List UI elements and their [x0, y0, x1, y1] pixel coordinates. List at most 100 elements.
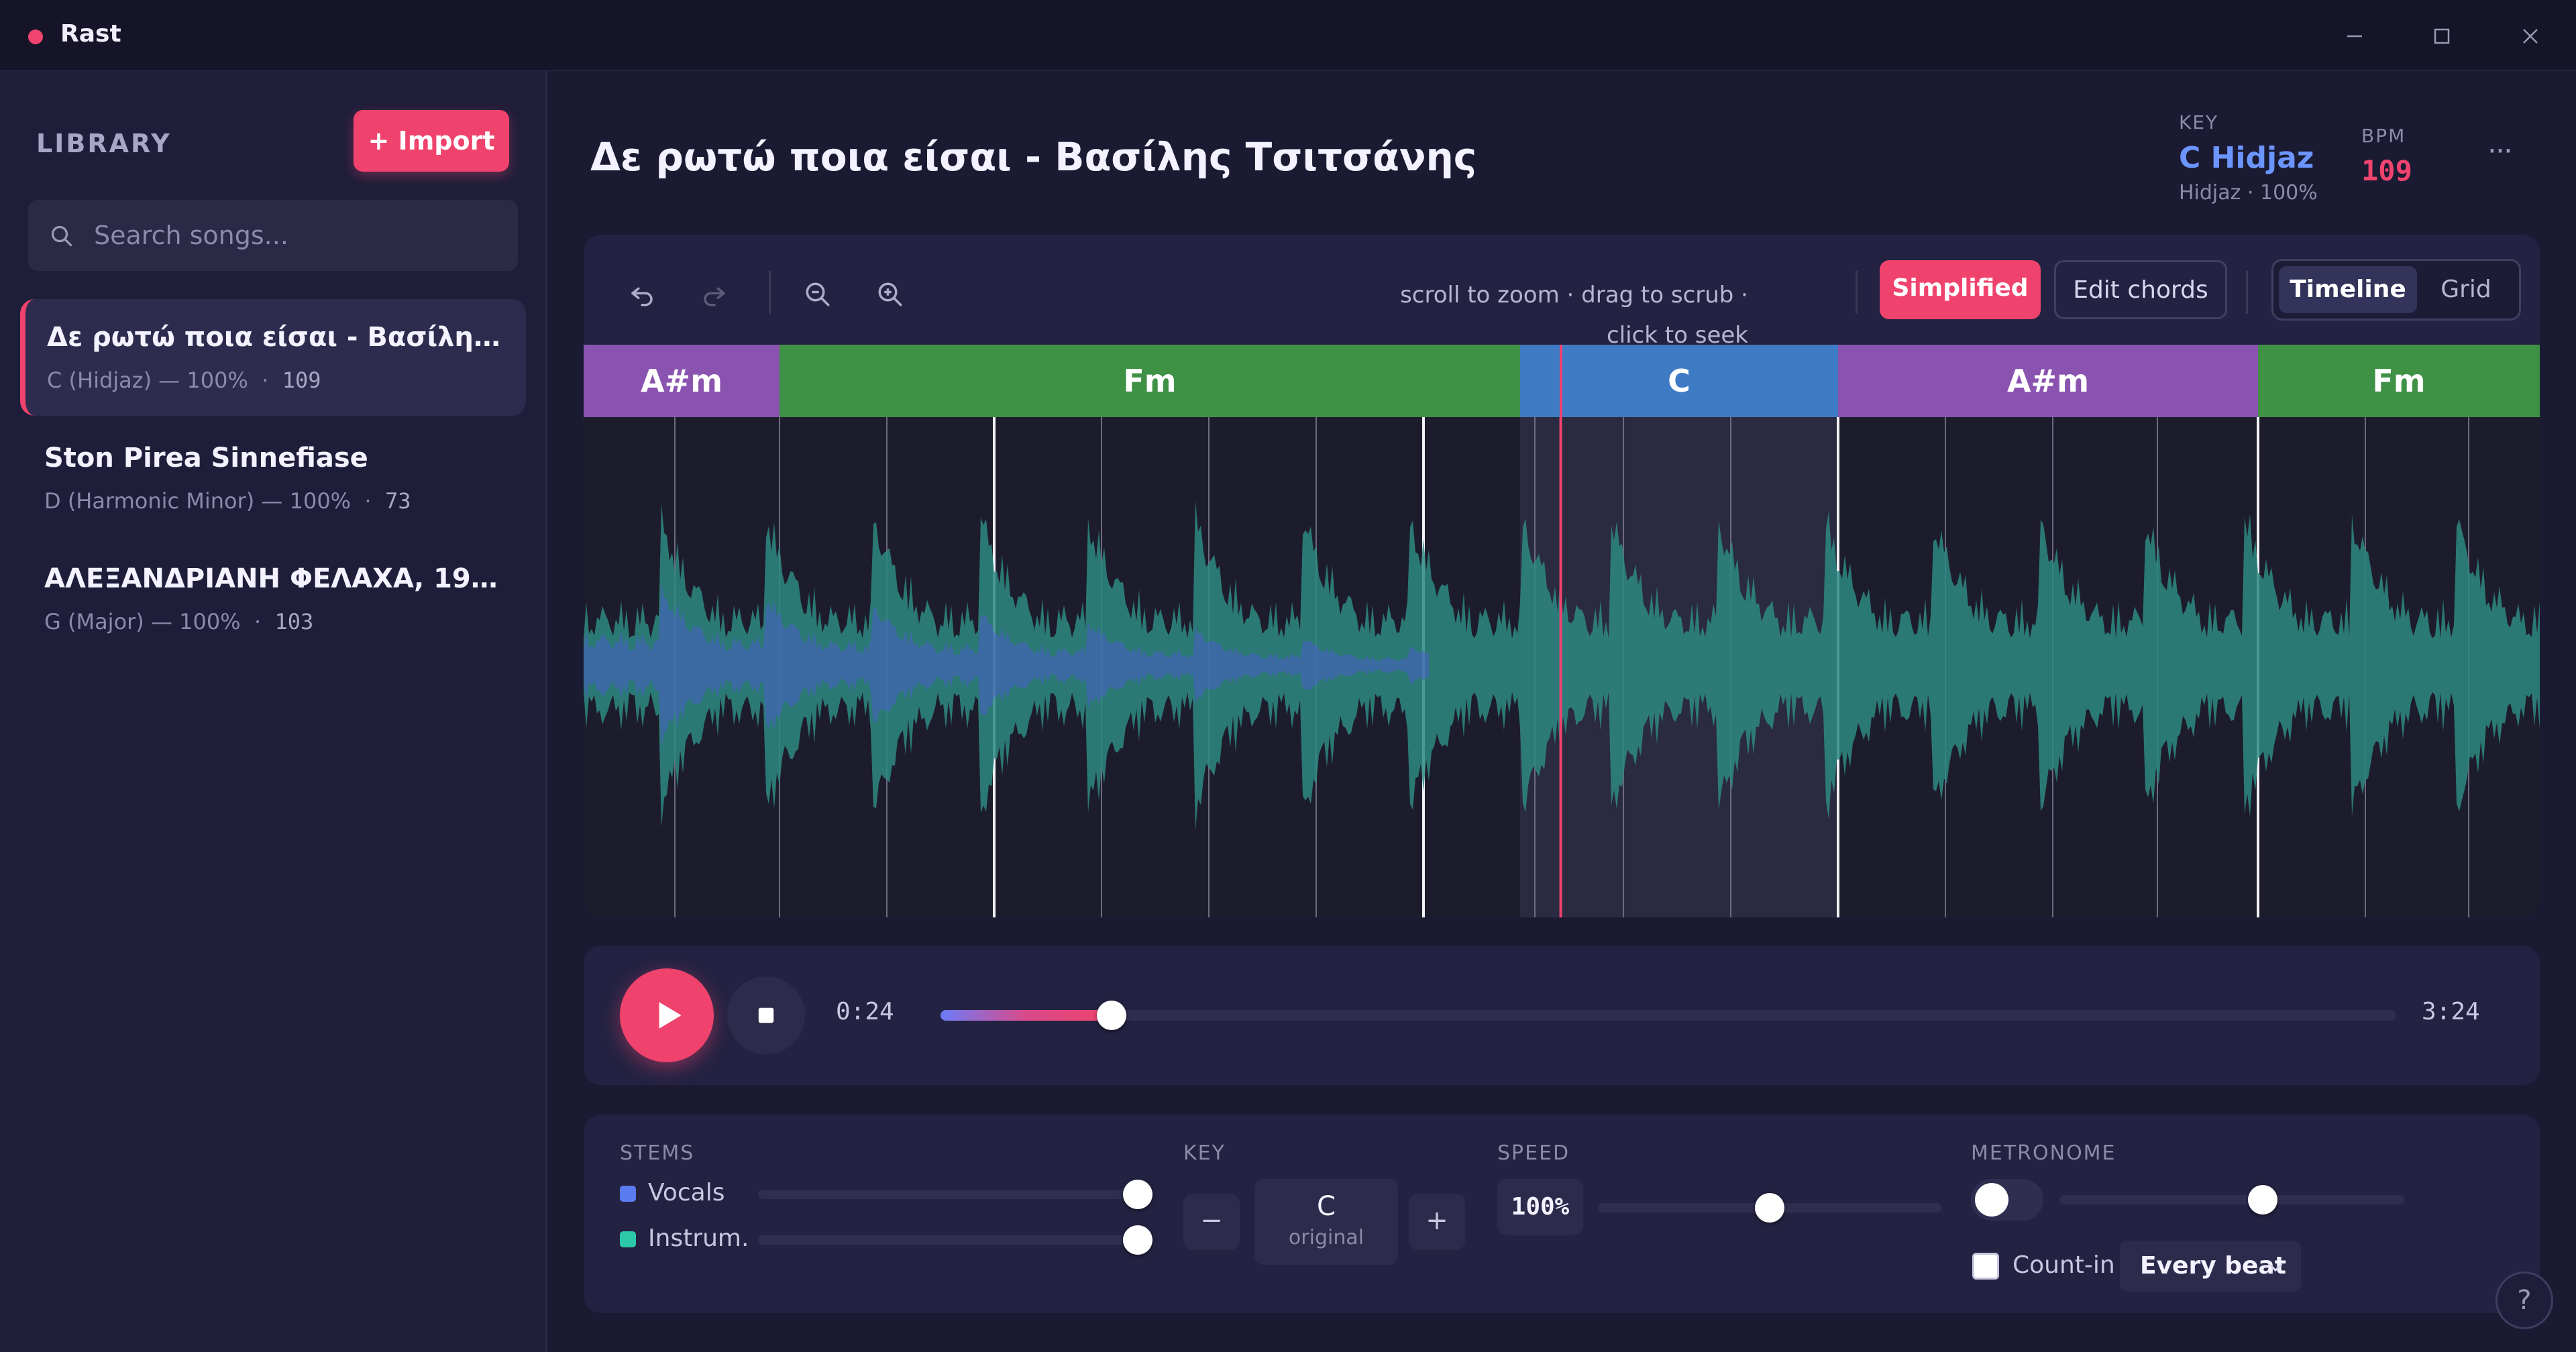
song-key: C (Hidjaz) — 100%: [47, 368, 248, 393]
chord-label: Fm: [2372, 363, 2426, 399]
chevron-down-icon: [2269, 1263, 2282, 1272]
vocals-volume-slider[interactable]: [758, 1180, 1152, 1209]
slider-handle[interactable]: [1123, 1225, 1152, 1255]
song-bpm: 103: [274, 609, 314, 634]
speed-value[interactable]: 100%: [1497, 1179, 1583, 1235]
stems-caption: STEMS: [620, 1141, 695, 1165]
seek-progress: [941, 1010, 1112, 1021]
redo-icon: [704, 287, 725, 306]
page-title: Δε ρωτώ ποια είσαι - Βασίλης Τσιτσάνης: [590, 134, 1477, 180]
waveform-panel: scroll to zoom · drag to scrub · click t…: [584, 235, 2540, 917]
speed-slider[interactable]: [1598, 1193, 1941, 1223]
tab-timeline[interactable]: Timeline: [2279, 266, 2417, 313]
chord-block[interactable]: A#m: [1838, 345, 2258, 417]
instrumental-volume-slider[interactable]: [758, 1225, 1152, 1255]
play-button[interactable]: [620, 968, 714, 1062]
chord-label: C: [1668, 363, 1690, 399]
chord-block[interactable]: C: [1520, 345, 1838, 417]
meta-separator: ·: [364, 488, 372, 514]
zoom-out-button[interactable]: [794, 271, 841, 318]
chord-strip: C A#m Fm C A#m Fm: [584, 345, 2540, 417]
metronome-caption: METRONOME: [1971, 1141, 2116, 1165]
key-display: C original: [1254, 1179, 1398, 1265]
chord-block[interactable]: Fm: [780, 345, 1520, 417]
stem-label-instrumental: Instrum.: [648, 1225, 749, 1252]
transposed-key: C: [1317, 1191, 1336, 1222]
toolbar-divider: [1856, 271, 1858, 314]
interaction-hint: scroll to zoom · drag to scrub · click t…: [1400, 282, 1748, 349]
slider-handle[interactable]: [1755, 1193, 1784, 1223]
metronome-toggle[interactable]: [1971, 1179, 2043, 1221]
slider-handle[interactable]: [2248, 1185, 2278, 1215]
toggle-handle: [1975, 1183, 2008, 1217]
search-box: [28, 200, 518, 271]
key-original-label: original: [1288, 1226, 1364, 1249]
song-list-item[interactable]: ΑΛΕΞΑΝΔΡΙΑΝΗ ΦΕΛΑΧΑ, 1934, Ρ. ... G (Maj…: [20, 541, 526, 657]
simplified-toggle-button[interactable]: Simplified: [1880, 260, 2041, 319]
undo-button[interactable]: [619, 271, 665, 318]
metronome-frequency-select[interactable]: Every beat: [2120, 1241, 2301, 1292]
song-meta: D (Harmonic Minor) — 100% · 73: [44, 488, 526, 514]
app-logo-icon: [28, 30, 43, 44]
timeline-area[interactable]: C A#m Fm C A#m Fm: [584, 345, 2540, 917]
song-title: ΑΛΕΞΑΝΔΡΙΑΝΗ ΦΕΛΑΧΑ, 1934, Ρ. ...: [44, 563, 507, 594]
song-key: G (Major) — 100%: [44, 609, 241, 634]
playhead-top: [1559, 345, 1562, 417]
key-down-button[interactable]: −: [1183, 1194, 1240, 1250]
select-value: Every beat: [2140, 1252, 2286, 1280]
library-title: LIBRARY: [36, 129, 172, 158]
bpm-value: 109: [2361, 154, 2412, 187]
transport-bar: 0:24 3:24: [584, 946, 2540, 1085]
seek-slider[interactable]: [941, 1001, 2396, 1030]
key-value[interactable]: C Hidjaz: [2179, 141, 2314, 175]
import-button[interactable]: + Import: [354, 110, 509, 172]
title-bar: Rast: [0, 0, 2576, 71]
controls-panel: STEMS Vocals Instrum. KEY − C original +…: [584, 1115, 2540, 1313]
close-window-button[interactable]: [2512, 17, 2549, 55]
view-mode-toggle: Timeline Grid: [2271, 259, 2521, 321]
song-list-item[interactable]: Δε ρωτώ ποια είσαι - Βασίλης Τσιτ... C (…: [20, 299, 526, 416]
zoom-in-icon: [878, 282, 902, 306]
seek-handle[interactable]: [1097, 1001, 1127, 1030]
vocals-color-swatch: [620, 1186, 636, 1202]
song-meta: C (Hidjaz) — 100% · 109: [47, 368, 526, 393]
song-list-item[interactable]: Ston Pirea Sinnefiase D (Harmonic Minor)…: [20, 420, 526, 537]
minimize-button[interactable]: [2336, 17, 2373, 55]
edit-chords-button[interactable]: Edit chords: [2054, 260, 2227, 319]
library-sidebar: LIBRARY + Import Δε ρωτώ ποια είσαι - Βα…: [0, 71, 547, 1352]
chord-label: Fm: [1123, 363, 1177, 399]
chord-label: A#m: [640, 363, 723, 399]
chord-block[interactable]: A#m: [584, 345, 780, 417]
maximize-button[interactable]: [2423, 17, 2461, 55]
stem-label-vocals: Vocals: [648, 1179, 725, 1206]
toolbar-divider: [769, 271, 771, 314]
speed-caption: SPEED: [1497, 1141, 1570, 1165]
key-up-button[interactable]: +: [1409, 1194, 1465, 1250]
total-time: 3:24: [2422, 998, 2480, 1025]
count-in-checkbox[interactable]: [1972, 1253, 1999, 1280]
more-options-button[interactable]: ···: [2478, 137, 2521, 173]
chord-block[interactable]: Fm: [2258, 345, 2540, 417]
search-icon: [51, 225, 72, 247]
key-subtitle: Hidjaz · 100%: [2179, 181, 2318, 205]
zoom-in-button[interactable]: [867, 271, 914, 318]
song-title: Ston Pirea Sinnefiase: [44, 443, 368, 473]
redo-button[interactable]: [691, 271, 738, 318]
key-caption: KEY: [2179, 111, 2219, 133]
instrumental-color-swatch: [620, 1231, 636, 1247]
song-bpm: 109: [282, 368, 321, 393]
search-input[interactable]: [94, 200, 496, 271]
tab-grid[interactable]: Grid: [2421, 266, 2511, 313]
meta-separator: ·: [262, 368, 269, 393]
toolbar-divider: [2246, 271, 2248, 314]
song-title: Δε ρωτώ ποια είσαι - Βασίλης Τσιτ...: [47, 322, 510, 353]
count-in-label: Count-in: [2012, 1251, 2115, 1279]
metronome-volume-slider[interactable]: [2059, 1185, 2404, 1215]
minimize-icon: [2347, 35, 2362, 38]
key-caption: KEY: [1183, 1141, 1226, 1165]
stop-button[interactable]: [727, 976, 805, 1054]
slider-handle[interactable]: [1123, 1180, 1152, 1209]
close-icon: [2523, 29, 2538, 44]
undo-icon: [631, 287, 653, 306]
help-button[interactable]: ?: [2496, 1272, 2553, 1329]
